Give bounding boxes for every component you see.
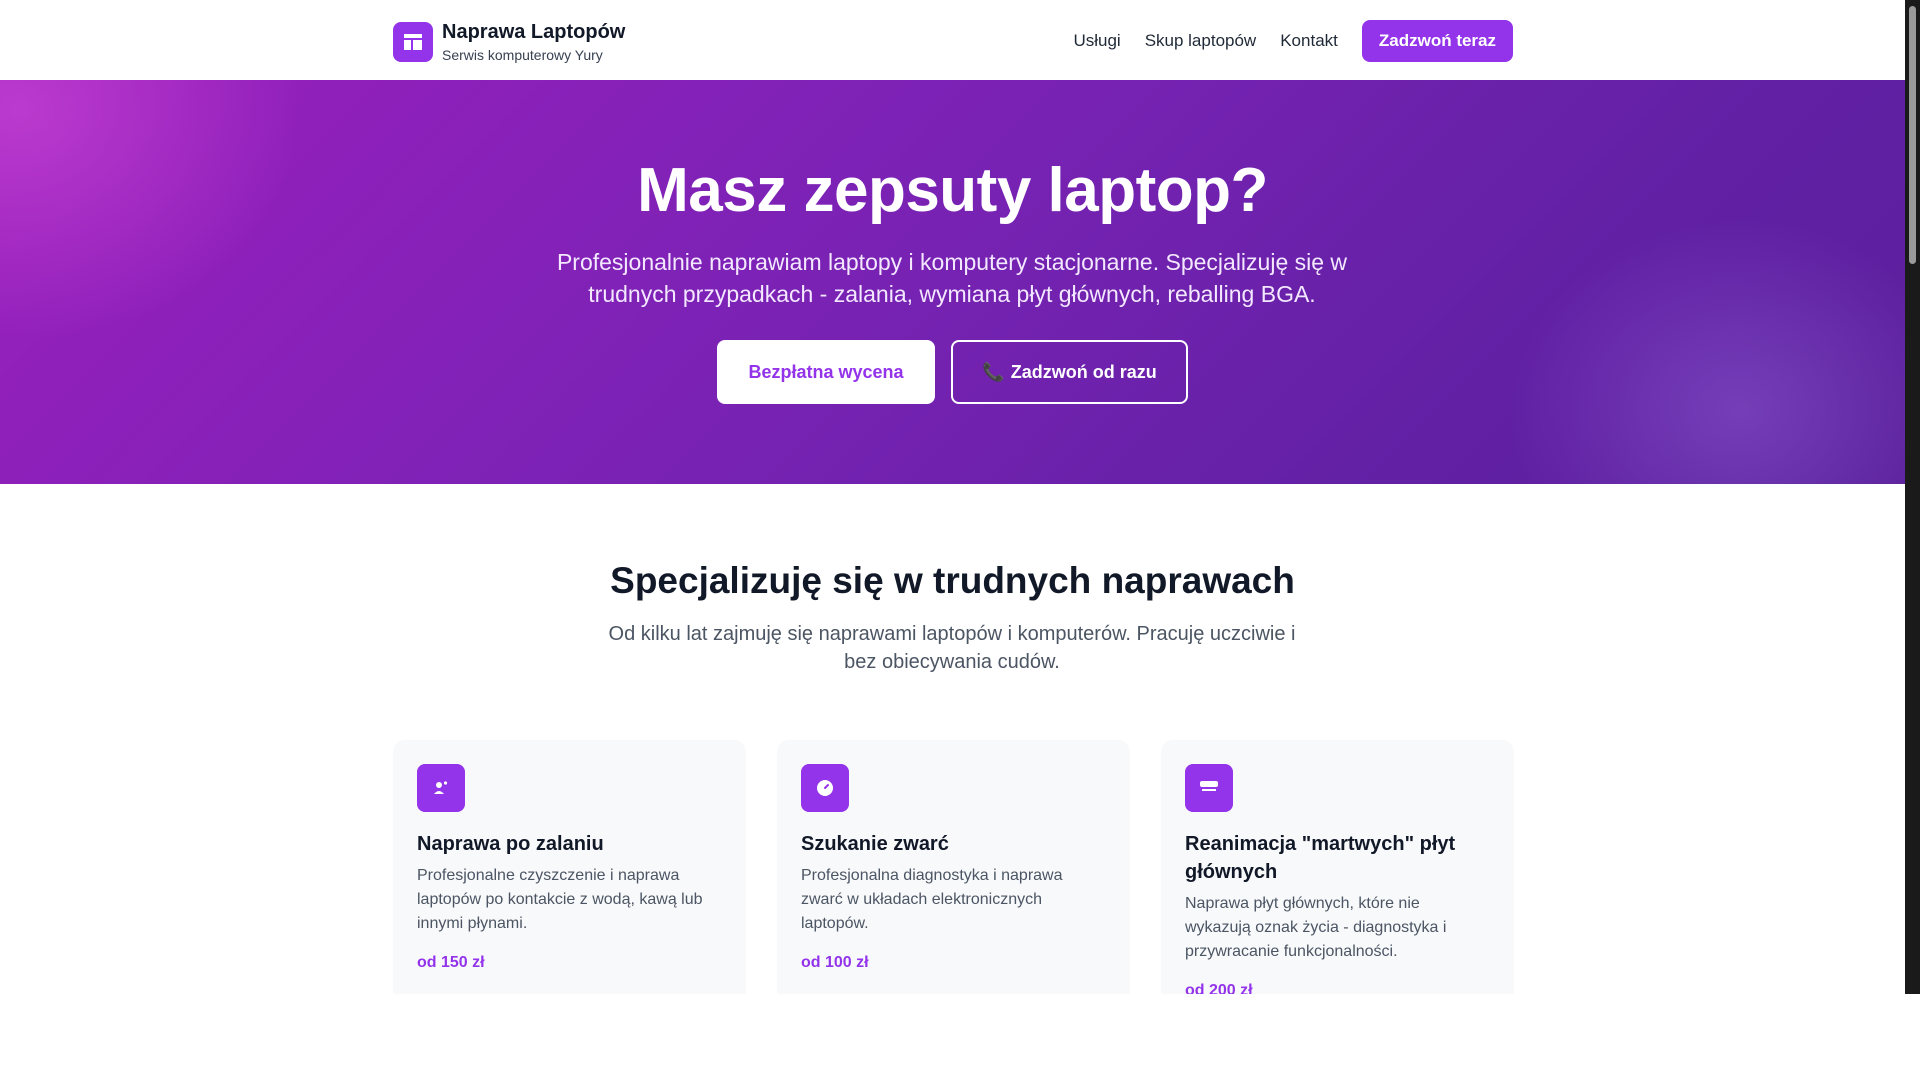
brand[interactable]: Naprawa Laptopów Serwis komputerowy Yury [393,20,625,64]
hero-text: Profesjonalnie naprawiam laptopy i kompu… [556,249,1348,307]
nav-link-kontakt[interactable]: Kontakt [1280,31,1338,51]
service-cards: Naprawa po zalaniu Profesjonalne czyszcz… [393,740,1514,994]
hero-title: Masz zepsuty laptop? [637,156,1268,225]
motherboard-icon [1185,764,1233,812]
card-description: Naprawa płyt głównych, które nie wykazuj… [1185,895,1447,960]
nav-link-uslugi[interactable]: Usługi [1073,31,1120,51]
card-title: Reanimacja "martwych" płyt głównych [1185,833,1456,883]
card-description: Profesjonalna diagnostyka i naprawa zwar… [801,867,1063,932]
services-title: Specjalizuję się w trudnych naprawach [610,560,1295,601]
card-description: Profesjonalne czyszczenie i naprawa lapt… [417,867,703,932]
service-card[interactable]: Szukanie zwarć Profesjonalna diagnostyka… [777,740,1130,994]
gauge-icon [801,764,849,812]
nav-link-skup[interactable]: Skup laptopów [1145,31,1257,51]
scrollbar-thumb[interactable] [1909,6,1916,264]
card-price: od 100 zł [801,954,869,971]
service-card[interactable]: Naprawa po zalaniu Profesjonalne czyszcz… [393,740,746,994]
card-title: Naprawa po zalaniu [417,833,604,855]
brand-title: Naprawa Laptopów [442,21,626,43]
site-header: Naprawa Laptopów Serwis komputerowy Yury… [0,0,1905,80]
hero-buttons: Bezpłatna wycena 📞 Zadzwoń od razu [0,340,1905,404]
droplet-user-icon [417,764,465,812]
service-card[interactable]: Reanimacja "martwych" płyt głównych Napr… [1161,740,1514,994]
card-price: od 200 zł [1185,982,1253,994]
vertical-scrollbar[interactable] [1905,0,1920,994]
free-quote-button[interactable]: Bezpłatna wycena [717,340,935,404]
card-title: Szukanie zwarć [801,833,949,855]
services-text: Od kilku lat zajmuję się naprawami lapto… [608,623,1296,673]
logo-icon [393,22,433,62]
card-price: od 150 zł [417,954,485,971]
call-now-button[interactable]: Zadzwoń teraz [1361,20,1513,62]
call-immediately-label: Zadzwoń od razu [1010,361,1157,382]
phone-icon: 📞 [982,361,1005,382]
call-immediately-button[interactable]: 📞 Zadzwoń od razu [951,340,1188,404]
main-nav: Usługi Skup laptopów Kontakt Zadzwoń ter… [1049,20,1513,62]
brand-subtitle: Serwis komputerowy Yury [442,47,603,63]
browser-viewport: Naprawa Laptopów Serwis komputerowy Yury… [0,0,1905,994]
hero-section: Masz zepsuty laptop? Profesjonalnie napr… [0,80,1905,484]
